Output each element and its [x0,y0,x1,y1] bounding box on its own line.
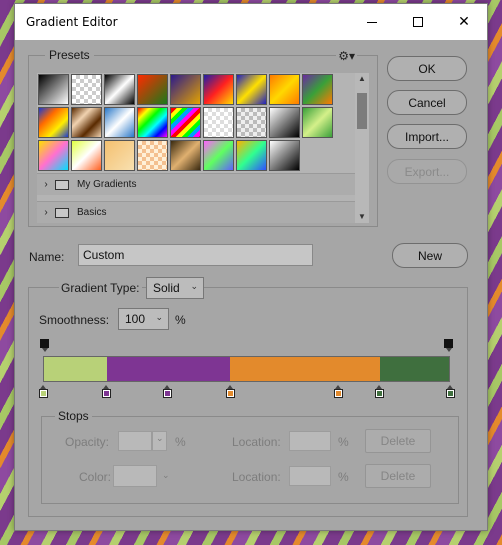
cancel-button[interactable]: Cancel [387,90,467,115]
opacity-stop[interactable] [444,339,453,352]
gradient-preview-bar[interactable] [43,356,450,382]
gradient-type-select[interactable]: Solid ⌄ [146,277,204,299]
preset-swatch[interactable] [170,107,201,138]
chevron-right-icon[interactable]: › [37,179,55,190]
color-stop[interactable] [163,385,173,398]
opacity-stop[interactable] [40,339,49,352]
color-location-unit: % [338,470,349,484]
preset-swatch[interactable] [302,107,333,138]
preset-swatch[interactable] [38,74,69,105]
preset-swatch[interactable] [104,140,135,171]
chevron-down-icon: ⌄ [155,312,163,322]
delete-opacity-stop-button[interactable]: Delete [365,429,431,453]
chevron-down-icon: ⌄ [190,281,198,291]
opacity-field[interactable] [118,431,152,451]
preset-swatch[interactable] [170,74,201,105]
import-button[interactable]: Import... [387,124,467,149]
scroll-up-icon[interactable]: ▲ [355,73,369,85]
preset-swatch[interactable] [203,107,234,138]
gear-icon[interactable]: ⚙▾ [336,49,357,63]
folder-icon [55,207,69,218]
export-button[interactable]: Export... [387,159,467,184]
preset-swatch[interactable] [104,107,135,138]
preset-swatch[interactable] [269,140,300,171]
gradient-segment [106,357,231,381]
chevron-down-icon: ⌄ [162,470,170,480]
preset-swatch[interactable] [269,107,300,138]
color-field[interactable] [113,465,157,487]
folder-label: My Gradients [77,179,137,190]
color-location-label: Location: [232,470,281,484]
chevron-right-icon[interactable]: › [37,207,55,218]
color-stop[interactable] [374,385,384,398]
color-stop[interactable] [39,385,48,398]
preset-swatch[interactable] [236,74,267,105]
opacity-location-label: Location: [232,435,281,449]
presets-label: Presets [45,48,94,62]
scroll-down-icon[interactable]: ▼ [355,211,369,223]
name-label: Name: [29,250,65,264]
folder-label: Basics [77,207,107,218]
folder-row-basics[interactable]: › Basics [37,201,355,223]
gradient-segment [44,357,107,381]
opacity-location-unit: % [338,435,349,449]
folder-icon [55,179,69,190]
preset-swatch[interactable] [203,140,234,171]
smoothness-value: 100 [125,312,146,326]
color-stop[interactable] [334,385,344,398]
scroll-thumb[interactable] [357,93,367,129]
delete-color-stop-button[interactable]: Delete [365,464,431,488]
gradient-segment [230,357,381,381]
preset-swatch[interactable] [71,140,102,171]
close-button[interactable]: ✕ [441,4,487,40]
opacity-location-field[interactable] [289,431,331,451]
preset-swatch[interactable] [236,140,267,171]
close-icon: ✕ [458,14,470,30]
gradient-type-value: Solid [153,281,180,295]
ok-button[interactable]: OK [387,56,467,81]
color-location-field[interactable] [289,466,331,486]
preset-swatch[interactable] [236,107,267,138]
preset-swatch[interactable] [104,74,135,105]
presets-group: Presets ⚙▾ › My Gradients › Basics ▲ ▼ [28,48,378,227]
title-bar[interactable]: Gradient Editor ✕ [15,4,487,40]
swatch-grid [38,74,333,171]
opacity-label: Opacity: [65,435,110,449]
color-stop[interactable] [102,385,112,398]
minimize-icon [367,21,377,23]
new-button[interactable]: New [392,243,468,268]
preset-swatch[interactable] [269,74,300,105]
preset-swatch[interactable] [203,74,234,105]
smoothness-label: Smoothness: [39,313,110,327]
preset-swatch[interactable] [71,74,102,105]
color-stop[interactable] [226,385,236,398]
preset-swatch[interactable] [137,74,168,105]
gradient-editor-window: Gradient Editor ✕ Presets ⚙▾ › My Gradie… [14,3,488,531]
smoothness-select[interactable]: 100 ⌄ [118,308,169,330]
minimize-button[interactable] [349,4,395,40]
presets-list[interactable]: › My Gradients › Basics [37,73,355,223]
stops-label: Stops [55,409,92,423]
folder-row-my-gradients[interactable]: › My Gradients [37,173,355,195]
maximize-button[interactable] [395,4,441,40]
preset-swatch[interactable] [38,140,69,171]
color-label: Color: [79,470,112,484]
gradient-type-label: Gradient Type: [59,281,142,295]
preset-swatch[interactable] [137,107,168,138]
gradient-segment [380,357,449,381]
chevron-down-icon: ⌄ [156,433,164,443]
preset-swatch[interactable] [38,107,69,138]
opacity-unit: % [175,435,186,449]
preset-swatch[interactable] [137,140,168,171]
preset-swatch[interactable] [170,140,201,171]
preset-swatch[interactable] [71,107,102,138]
presets-scrollbar[interactable]: ▲ ▼ [355,73,369,223]
name-field[interactable]: Custom [78,244,313,266]
smoothness-unit: % [175,313,186,327]
window-title: Gradient Editor [26,15,118,29]
color-stop[interactable] [446,385,455,398]
opacity-dropdown[interactable]: ⌄ [152,431,167,451]
maximize-icon [413,17,423,27]
preset-swatch[interactable] [302,74,333,105]
